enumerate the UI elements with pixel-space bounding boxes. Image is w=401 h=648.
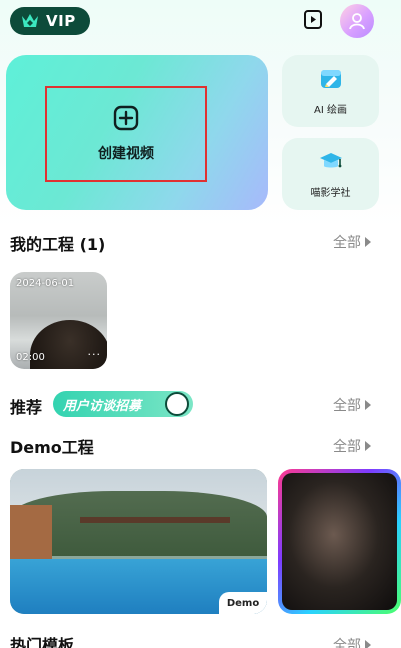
user-interview-label: 用户访谈招募 xyxy=(63,398,142,414)
see-all-label: 全部 xyxy=(333,638,361,648)
ai-painting-card[interactable]: AI 绘画 xyxy=(282,55,379,127)
demo-card-pool[interactable]: Demo xyxy=(10,469,267,614)
graduation-cap-icon xyxy=(319,152,342,167)
my-projects-title: 我的工程 (1) xyxy=(10,235,106,254)
create-video-button[interactable]: 创建视频 xyxy=(45,86,207,182)
demo-card-boxing[interactable] xyxy=(278,469,401,614)
chevron-right-icon xyxy=(365,237,371,247)
recommend-see-all[interactable]: 全部 xyxy=(333,395,371,415)
demo-tag: Demo xyxy=(219,592,267,614)
vip-label: VIP xyxy=(46,12,76,30)
pool-house xyxy=(10,505,52,567)
recommend-title: 推荐 xyxy=(10,398,43,417)
pool-pergola xyxy=(80,516,230,555)
avatar[interactable] xyxy=(340,4,374,38)
chevron-right-icon xyxy=(365,441,371,451)
ai-paint-icon xyxy=(320,69,341,88)
plus-icon xyxy=(113,105,139,131)
hot-templates-see-all[interactable]: 全部 xyxy=(333,635,371,648)
academy-label: 喵影学社 xyxy=(310,187,351,199)
chevron-right-icon xyxy=(365,400,371,410)
user-icon xyxy=(349,13,365,30)
vip-badge[interactable]: VIP xyxy=(10,7,90,35)
video-library-icon[interactable] xyxy=(303,9,323,31)
user-interview-banner[interactable]: 用户访谈招募 xyxy=(53,391,193,417)
project-duration: 02:00 xyxy=(16,352,45,363)
see-all-label: 全部 xyxy=(333,398,361,414)
project-thumbnail[interactable]: 2024-06-01 02:00 ··· xyxy=(10,272,107,369)
chat-bubble-icon xyxy=(165,392,189,416)
see-all-label: 全部 xyxy=(333,235,361,251)
academy-card[interactable]: 喵影学社 xyxy=(282,138,379,210)
create-video-label: 创建视频 xyxy=(98,146,154,162)
crown-icon xyxy=(22,14,38,27)
my-projects-see-all[interactable]: 全部 xyxy=(333,232,371,252)
see-all-label: 全部 xyxy=(333,439,361,455)
demo-see-all[interactable]: 全部 xyxy=(333,436,371,456)
demo-title: Demo工程 xyxy=(10,438,94,457)
chevron-right-icon xyxy=(365,640,371,648)
boxing-image xyxy=(282,473,397,610)
ai-painting-label: AI 绘画 xyxy=(314,104,347,116)
project-date: 2024-06-01 xyxy=(16,278,75,289)
hot-templates-title: 热门模板 xyxy=(10,636,75,648)
more-options-icon[interactable]: ··· xyxy=(88,348,102,361)
